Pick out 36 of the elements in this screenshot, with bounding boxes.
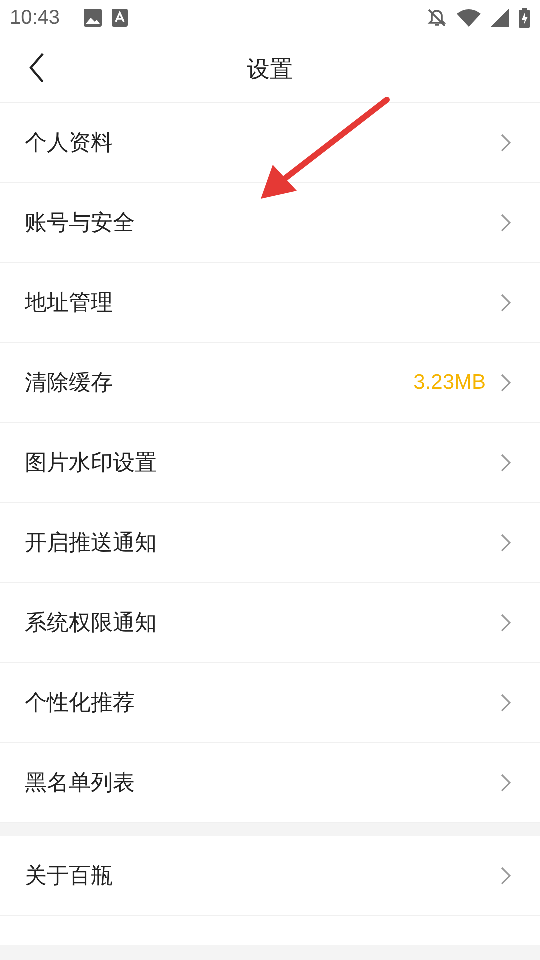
settings-row[interactable]: 图片水印设置 <box>0 423 540 503</box>
cache-size: 3.23MB <box>414 370 486 394</box>
row-label: 图片水印设置 <box>25 450 158 478</box>
wifi-icon <box>457 9 481 27</box>
signal-icon <box>491 9 509 27</box>
chevron-right-icon <box>500 866 512 886</box>
row-label: 地址管理 <box>25 290 114 318</box>
chevron-right-icon <box>500 292 512 312</box>
settings-row[interactable]: 个性化推荐 <box>0 663 540 743</box>
image-icon <box>84 9 102 27</box>
row-label: 关于百瓶 <box>25 862 114 890</box>
row-label: 系统权限通知 <box>25 610 158 638</box>
chevron-right-icon <box>500 612 512 632</box>
chevron-right-icon <box>500 692 512 712</box>
settings-row[interactable]: 开启推送通知 <box>0 503 540 583</box>
settings-row[interactable]: 系统权限通知 <box>0 583 540 663</box>
battery-icon <box>519 8 530 28</box>
row-label: 黑名单列表 <box>25 770 136 798</box>
settings-row[interactable]: 关于百瓶 <box>0 836 540 916</box>
row-label: 开启推送通知 <box>25 530 158 558</box>
page-title: 设置 <box>247 56 293 84</box>
row-label: 清除缓存 <box>25 370 114 398</box>
chevron-right-icon <box>500 372 512 392</box>
settings-row[interactable]: 地址管理 <box>0 263 540 343</box>
bell-off-icon <box>427 8 447 28</box>
settings-row[interactable]: 清除缓存 3.23MB <box>0 343 540 423</box>
chevron-right-icon <box>500 532 512 552</box>
row-label: 账号与安全 <box>25 210 136 238</box>
chevron-right-icon <box>500 772 512 792</box>
font-icon <box>112 9 128 27</box>
chevron-right-icon <box>500 452 512 472</box>
status-time: 10:43 <box>10 6 60 30</box>
chevron-right-icon <box>500 212 512 232</box>
row-label: 个人资料 <box>25 130 114 158</box>
row-label: 个性化推荐 <box>25 690 136 718</box>
chevron-right-icon <box>500 132 512 152</box>
